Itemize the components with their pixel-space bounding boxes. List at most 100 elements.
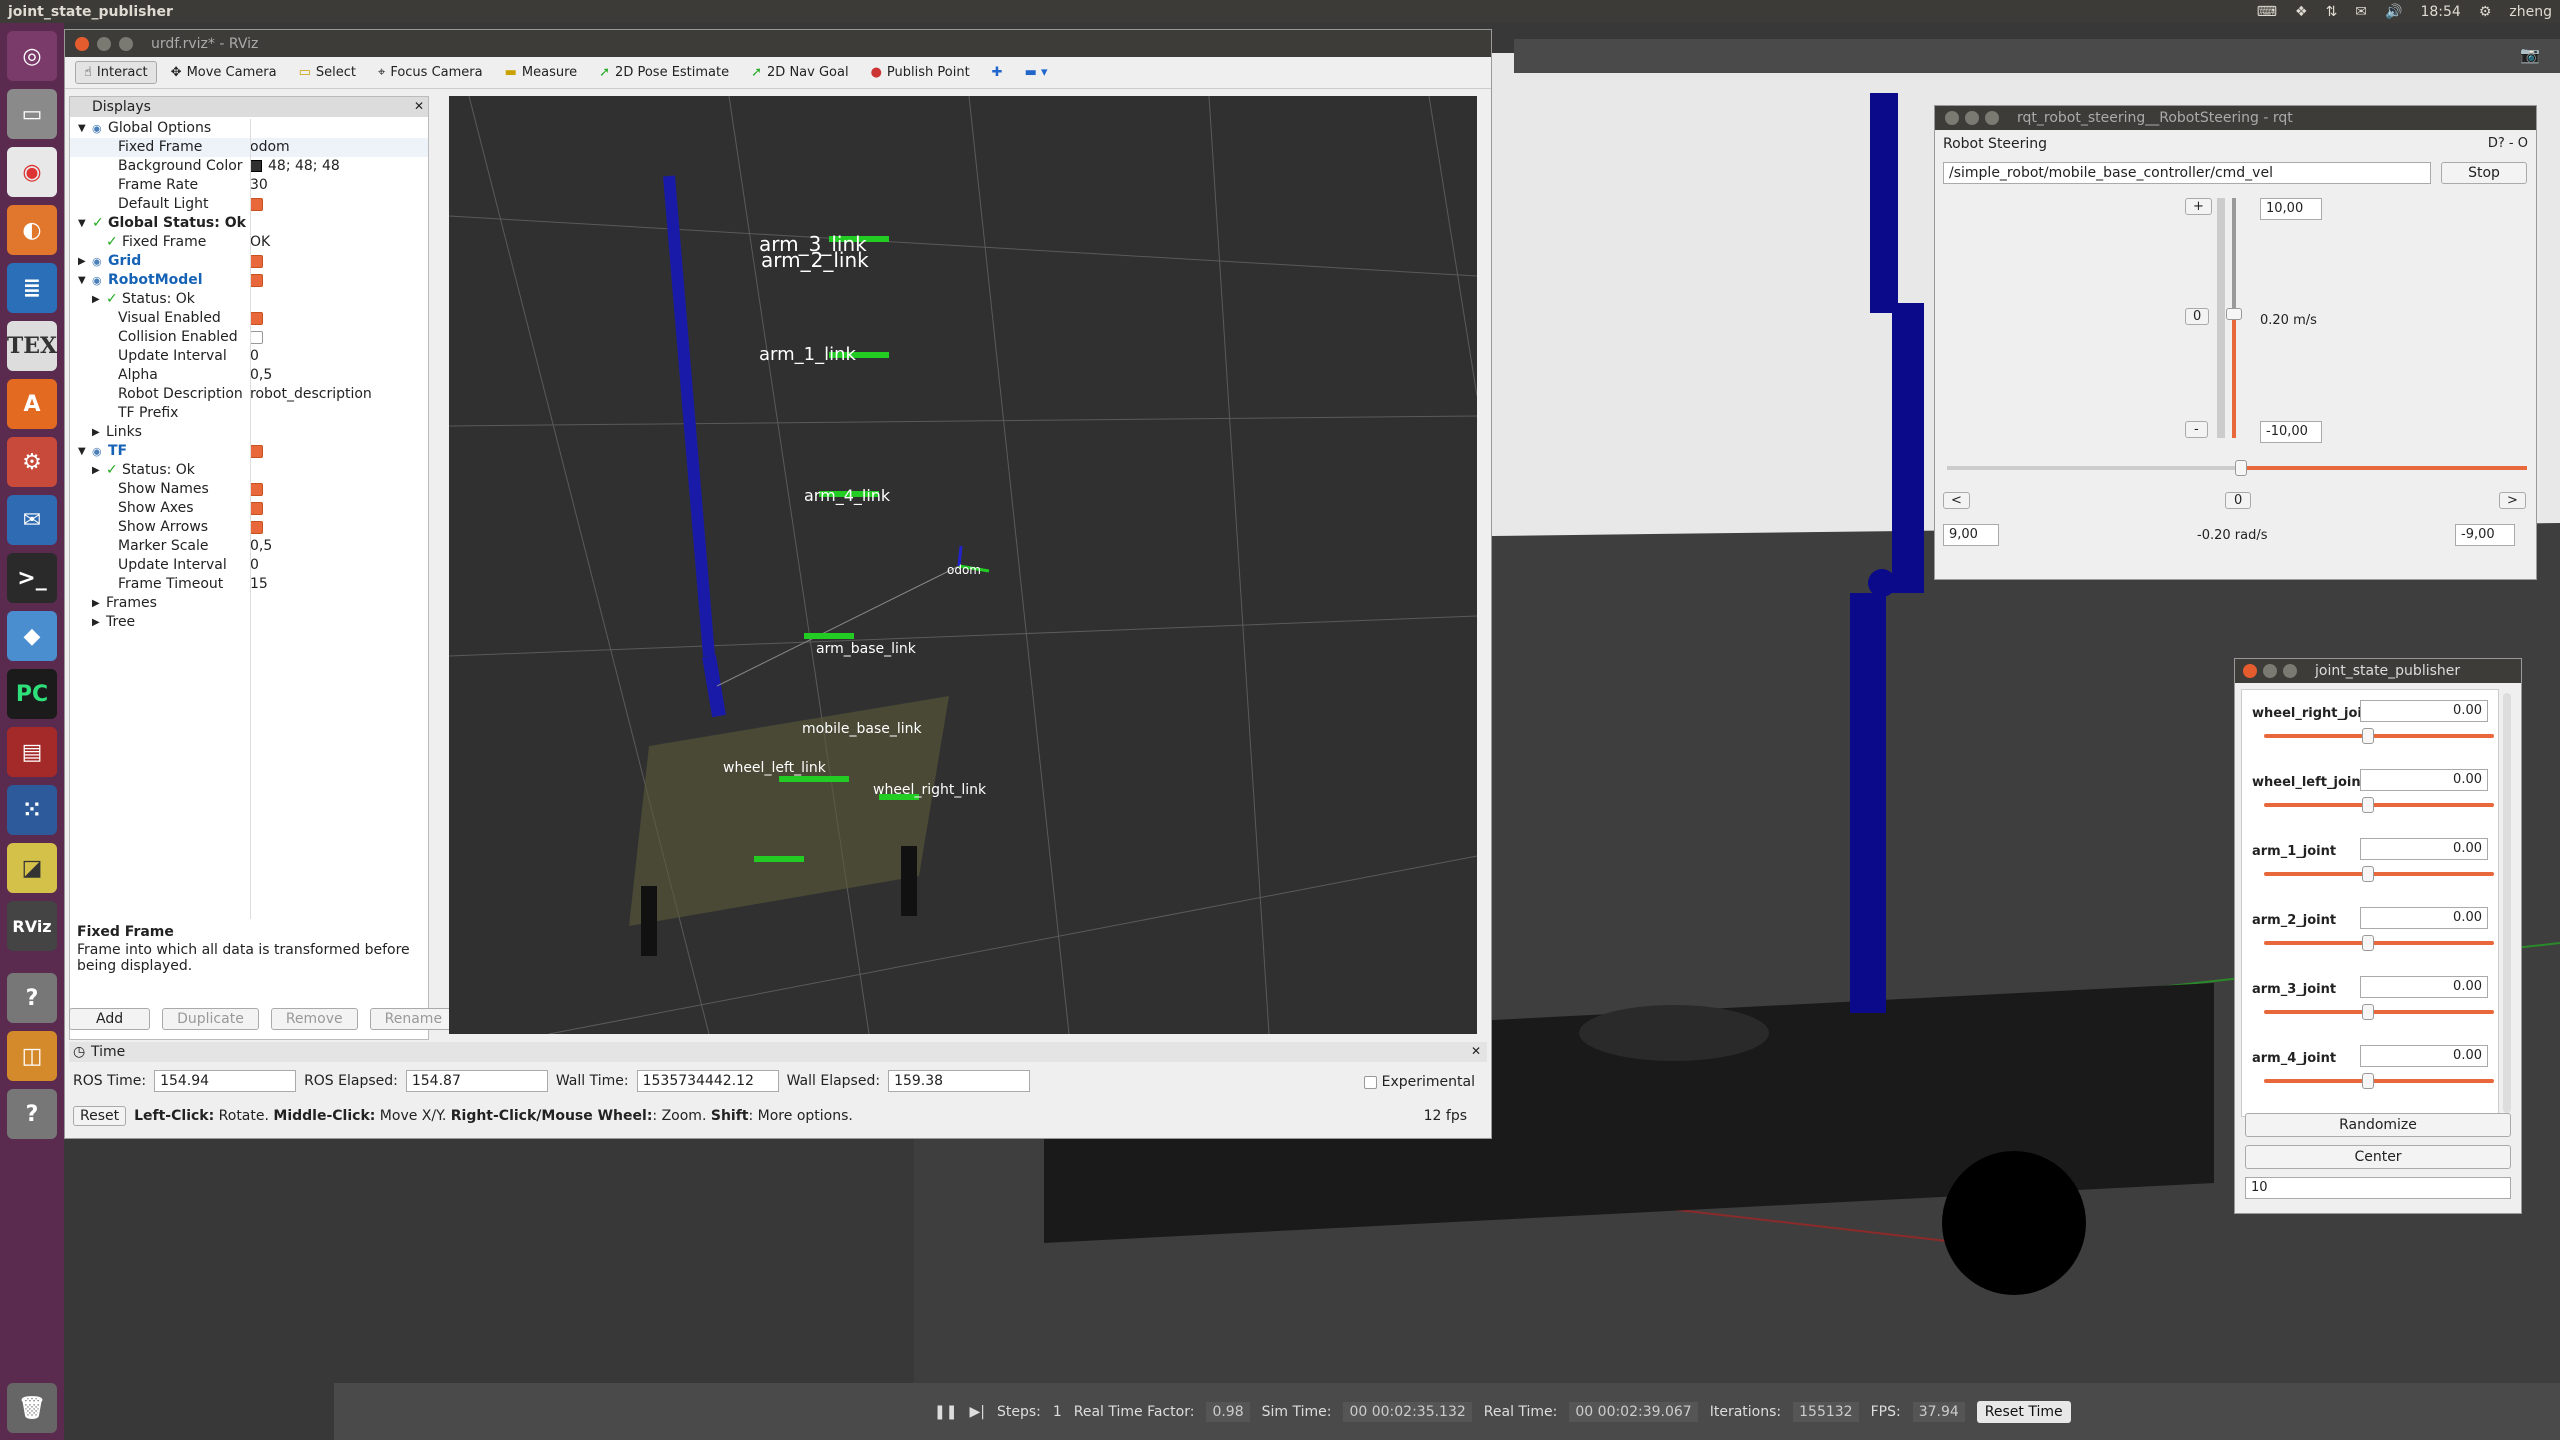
volume-icon[interactable]: 🔊 (2385, 4, 2402, 20)
property-row[interactable]: ▼ ✓ Global Status: Ok (70, 214, 428, 233)
tool-add[interactable]: ✚ (984, 62, 1011, 83)
property-value[interactable] (250, 271, 263, 290)
panel-close-icon[interactable]: ✕ (414, 99, 424, 113)
property-row[interactable]: Show Names (70, 480, 428, 499)
joint-slider[interactable] (2264, 941, 2494, 945)
minimize-icon[interactable] (97, 36, 111, 51)
property-checkbox[interactable] (250, 501, 263, 515)
property-value[interactable] (250, 480, 263, 499)
joint-slider[interactable] (2264, 1010, 2494, 1014)
expand-arrow-icon[interactable]: ▼ (78, 214, 86, 233)
screen-icon[interactable]: ◪ (7, 843, 57, 893)
reset-time-button[interactable]: Reset Time (1976, 1400, 2071, 1423)
property-row[interactable]: TF Prefix (70, 404, 428, 423)
tool-nav-goal[interactable]: ➚ 2D Nav Goal (743, 62, 856, 83)
property-row[interactable]: ▼ ◉ Global Options (70, 119, 428, 138)
property-checkbox[interactable] (250, 273, 263, 287)
dropbox-icon[interactable]: ❖ (2295, 4, 2308, 20)
joint-value-field[interactable]: 0.00 (2360, 1045, 2488, 1067)
property-row[interactable]: Update Interval 0 (70, 556, 428, 575)
rviz-icon[interactable]: RViz (7, 901, 57, 951)
chrome-icon[interactable]: ◉ (7, 147, 57, 197)
maximize-icon[interactable] (1985, 111, 1999, 125)
linear-slider-thumb[interactable] (2226, 308, 2242, 320)
property-row[interactable]: Default Light (70, 195, 428, 214)
collapse-arrow-icon[interactable]: ▶ (92, 290, 100, 309)
property-row[interactable]: ▶ ✓ Status: Ok (70, 461, 428, 480)
property-row[interactable]: ▶ Frames (70, 594, 428, 613)
property-row[interactable]: ▶ Tree (70, 613, 428, 632)
property-value[interactable]: 0 (250, 556, 259, 575)
tool-interact[interactable]: ☝ Interact (75, 61, 157, 84)
property-row[interactable]: ▶ ◉ Grid (70, 252, 428, 271)
mail-icon[interactable]: ✉ (2355, 4, 2367, 20)
joint-slider-thumb[interactable] (2362, 935, 2374, 951)
user-name[interactable]: zheng (2509, 4, 2552, 20)
tool-select[interactable]: ▭ Select (291, 62, 364, 83)
property-value[interactable] (250, 518, 263, 537)
randomize-button[interactable]: Randomize (2245, 1113, 2511, 1137)
property-value[interactable] (250, 442, 263, 461)
unknown-app-2-icon[interactable]: ? (7, 1089, 57, 1139)
property-row[interactable]: Show Arrows (70, 518, 428, 537)
joint-value-field[interactable]: 0.00 (2360, 769, 2488, 791)
thunderbird-icon[interactable]: ✉ (7, 495, 57, 545)
trash-icon[interactable]: 🗑 (7, 1383, 57, 1433)
unknown-app-icon[interactable]: ? (7, 973, 57, 1023)
files-icon[interactable]: ▭ (7, 89, 57, 139)
min-angular-field[interactable]: -9,00 (2455, 524, 2515, 546)
settings-icon[interactable]: ⚙ (7, 437, 57, 487)
property-value[interactable]: 48; 48; 48 (250, 157, 340, 176)
joint-slider-thumb[interactable] (2362, 728, 2374, 744)
minimize-icon[interactable] (2263, 664, 2277, 678)
property-row[interactable]: Fixed Frame odom (70, 138, 428, 157)
wall-time-field[interactable]: 1535734442.12 (636, 1070, 779, 1092)
joint-slider[interactable] (2264, 872, 2494, 876)
property-value[interactable]: 15 (250, 575, 268, 594)
close-icon[interactable] (1945, 111, 1959, 125)
joint-slider-thumb[interactable] (2362, 866, 2374, 882)
joint-slider[interactable] (2264, 1079, 2494, 1083)
ros-time-field[interactable]: 154.94 (154, 1070, 297, 1092)
property-value[interactable] (250, 328, 263, 347)
property-value[interactable]: 0 (250, 347, 259, 366)
count-spinbox[interactable]: 10 (2245, 1177, 2511, 1199)
property-row[interactable]: Visual Enabled (70, 309, 428, 328)
property-value[interactable]: 0,5 (250, 537, 272, 556)
property-value[interactable]: odom (250, 138, 290, 157)
tool-move-camera[interactable]: ✥ Move Camera (163, 62, 285, 83)
tool-pose-estimate[interactable]: ➚ 2D Pose Estimate (591, 62, 737, 83)
property-checkbox[interactable] (250, 311, 263, 325)
close-icon[interactable] (2243, 664, 2257, 678)
duplicate-button[interactable]: Duplicate (162, 1008, 259, 1030)
property-row[interactable]: ▶ Links (70, 423, 428, 442)
wall-elapsed-field[interactable]: 159.38 (888, 1070, 1031, 1092)
tex-icon[interactable]: TEX (7, 321, 57, 371)
pycharm-icon[interactable]: PC (7, 669, 57, 719)
maximize-icon[interactable] (119, 36, 133, 51)
property-value[interactable]: 0,5 (250, 366, 272, 385)
apps-grid-icon[interactable]: ⁙ (7, 785, 57, 835)
property-checkbox[interactable] (250, 520, 263, 534)
joint-value-field[interactable]: 0.00 (2360, 700, 2488, 722)
minimize-icon[interactable] (1965, 111, 1979, 125)
property-checkbox[interactable] (250, 254, 263, 268)
property-row[interactable]: Update Interval 0 (70, 347, 428, 366)
property-row[interactable]: ✓ Fixed Frame OK (70, 233, 428, 252)
collapse-arrow-icon[interactable]: ▶ (92, 461, 100, 480)
reset-button[interactable]: Reset (73, 1106, 127, 1126)
center-button[interactable]: Center (2245, 1145, 2511, 1169)
software-center-icon[interactable]: A (7, 379, 57, 429)
expand-arrow-icon[interactable]: ▼ (78, 442, 86, 461)
collapse-arrow-icon[interactable]: ▶ (92, 594, 100, 613)
property-row[interactable]: Frame Rate 30 (70, 176, 428, 195)
close-plugin-icon[interactable]: O (2518, 136, 2528, 151)
property-value[interactable] (250, 309, 263, 328)
collapse-arrow-icon[interactable]: ▶ (92, 423, 100, 442)
tool-remove-menu[interactable]: ▬ ▾ (1017, 62, 1056, 83)
ros-elapsed-field[interactable]: 154.87 (405, 1070, 548, 1092)
property-row[interactable]: Alpha 0,5 (70, 366, 428, 385)
decrease-linear-button[interactable]: - (2185, 421, 2208, 438)
property-value[interactable]: robot_description (250, 385, 372, 404)
terminal-icon[interactable]: >_ (7, 553, 57, 603)
